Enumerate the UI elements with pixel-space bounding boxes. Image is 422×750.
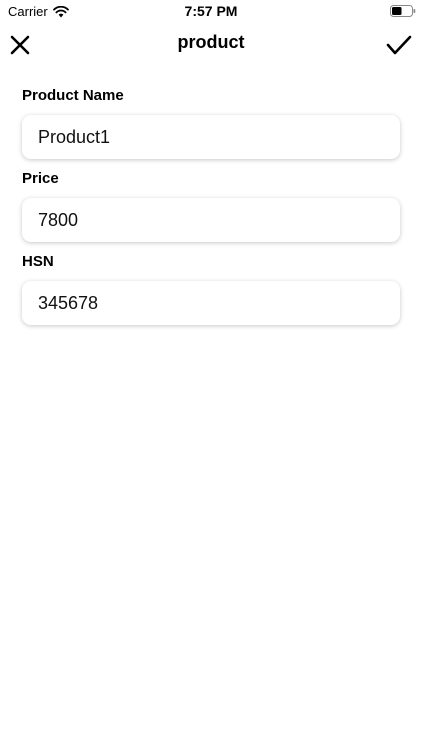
status-time: 7:57 PM: [184, 3, 238, 19]
product-name-input[interactable]: [38, 126, 400, 148]
price-input[interactable]: [38, 209, 400, 231]
page-title: product: [177, 32, 245, 52]
status-bar: Carrier 7:57 PM: [0, 0, 422, 22]
product-name-label: Product Name: [22, 87, 124, 104]
price-field-box: [22, 198, 400, 242]
product-form: Product Name Price HSN: [22, 86, 400, 335]
price-label: Price: [22, 170, 59, 187]
hsn-label: HSN: [22, 253, 54, 270]
product-name-field-box: [22, 115, 400, 159]
done-button[interactable]: [384, 30, 414, 60]
checkmark-icon: [386, 35, 412, 55]
hsn-field-box: [22, 281, 400, 325]
hsn-input[interactable]: [38, 292, 400, 314]
battery-icon: [390, 5, 416, 17]
navigation-bar: product: [0, 22, 422, 66]
